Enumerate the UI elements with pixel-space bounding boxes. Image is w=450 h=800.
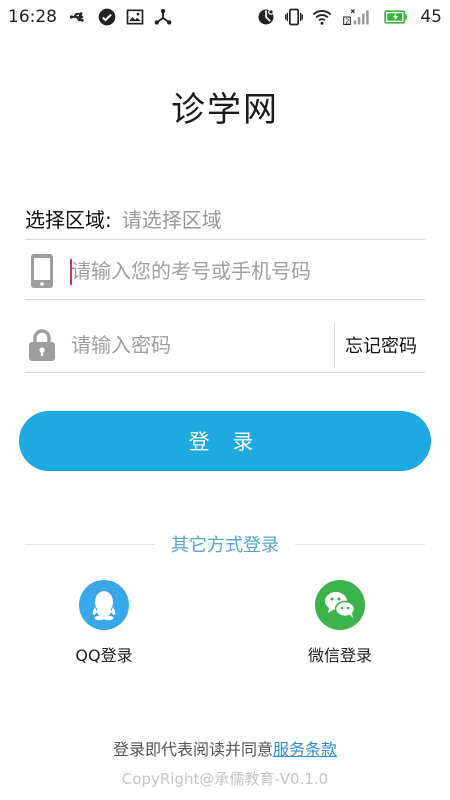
agreement-text: 登录即代表阅读并同意服务条款: [0, 736, 450, 760]
status-left: 16:28: [8, 7, 173, 27]
password-row: 忘记密码: [25, 318, 425, 373]
account-row: [25, 243, 425, 300]
qq-icon: [79, 580, 129, 630]
wechat-login-label: 微信登录: [307, 646, 372, 665]
wechat-login-button[interactable]: 微信登录: [300, 580, 380, 666]
qq-login-label: QQ登录: [75, 646, 133, 665]
region-select[interactable]: 请选择区域: [122, 204, 222, 233]
sim2-signal-icon: 2: [340, 7, 374, 27]
wechat-icon: [315, 580, 365, 630]
status-time: 16:28: [8, 7, 57, 27]
usb-icon: [69, 7, 89, 27]
login-button[interactable]: 登 录: [19, 411, 431, 471]
password-input[interactable]: [71, 325, 328, 365]
image-icon: [125, 7, 145, 27]
region-selector-row[interactable]: 选择区域: 请选择区域: [25, 198, 425, 240]
rotation-icon: [256, 7, 276, 27]
app-title: 诊学网: [171, 90, 279, 130]
divider-line-left: [25, 543, 155, 545]
phone-icon: [27, 252, 57, 290]
agreement-prefix: 登录即代表阅读并同意: [112, 740, 273, 759]
battery-charging-icon: [382, 7, 410, 27]
battery-level: 45: [420, 7, 442, 27]
check-circle-icon: [97, 7, 117, 27]
vibrate-icon: [284, 7, 304, 27]
forgot-password-link[interactable]: 忘记密码: [335, 332, 425, 358]
other-login-divider: 其它方式登录: [25, 530, 425, 558]
terms-of-service-link[interactable]: 服务条款: [273, 740, 337, 759]
account-input[interactable]: [71, 251, 425, 291]
region-label: 选择区域:: [25, 208, 112, 232]
qq-login-button[interactable]: QQ登录: [64, 580, 144, 666]
text-cursor: [70, 259, 72, 285]
divider-line-right: [295, 543, 425, 545]
svg-text:2: 2: [346, 18, 350, 26]
copyright-text: CopyRight@承儒教育-V0.1.0: [121, 770, 329, 788]
status-bar: 16:28 2 45: [0, 0, 450, 34]
wifi-icon: [312, 7, 332, 27]
status-right: 2 45: [256, 7, 442, 27]
other-login-title: 其它方式登录: [171, 535, 279, 556]
share-icon: [153, 7, 173, 27]
lock-icon: [27, 326, 57, 364]
